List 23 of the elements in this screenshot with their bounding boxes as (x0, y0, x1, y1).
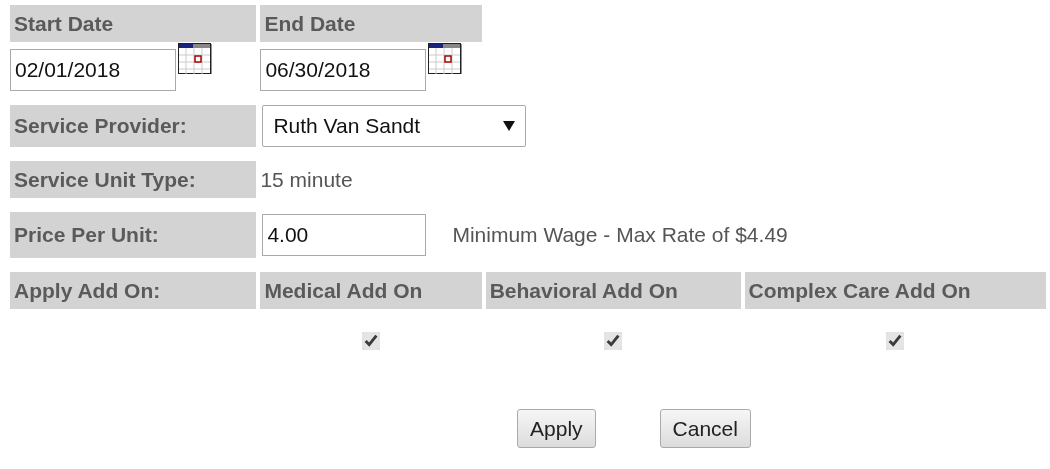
field-label: Price Per Unit: (10, 212, 257, 258)
date-field[interactable]: 02/01/2018 (10, 49, 176, 91)
column-header: Behavioral Add On (485, 272, 741, 309)
field-label: Start Date (10, 5, 257, 42)
calendar-icon[interactable] (428, 43, 463, 75)
field-label: Apply Add On: (10, 272, 257, 309)
field-label: End Date (260, 5, 482, 42)
cancel-button[interactable]: Cancel (659, 408, 751, 448)
field-value: 15 minute (260, 167, 353, 191)
add-on-checkbox[interactable] (886, 332, 905, 350)
date-field[interactable]: 06/30/2018 (260, 49, 427, 91)
calendar-icon[interactable] (178, 43, 212, 75)
price-field[interactable]: 4.00 (262, 214, 427, 256)
column-header: Medical Add On (260, 272, 482, 309)
field-label: Service Provider: (10, 105, 257, 147)
rate-note: Minimum Wage - Max Rate of $4.49 (452, 222, 788, 249)
add-on-checkbox[interactable] (362, 332, 381, 350)
field-label: Service Unit Type: (10, 161, 257, 198)
add-on-checkbox[interactable] (604, 332, 623, 350)
column-header: Complex Care Add On (744, 272, 1046, 309)
caret-icon (503, 121, 516, 131)
provider-select[interactable]: Ruth Van Sandt (262, 105, 527, 147)
apply-button[interactable]: Apply (517, 408, 596, 448)
